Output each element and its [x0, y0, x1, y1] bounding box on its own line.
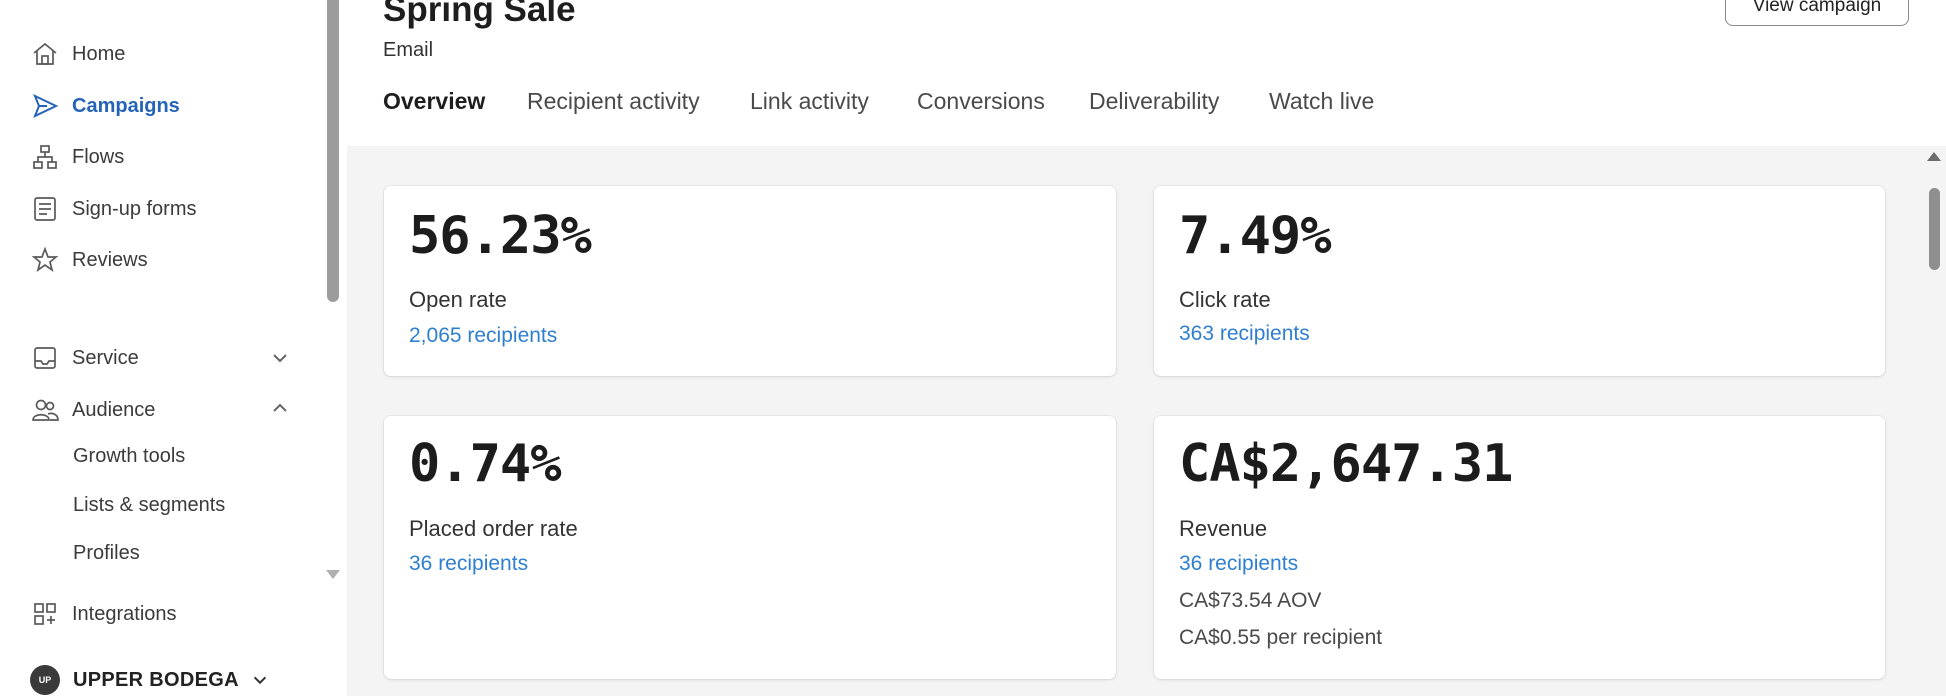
click-rate-label: Click rate: [1179, 287, 1271, 312]
chevron-down-icon[interactable]: [270, 348, 290, 368]
page-title: Spring Sale: [383, 0, 576, 29]
sidebar-item-label: Reviews: [72, 248, 148, 271]
revenue-value: CA$2,647.31: [1179, 434, 1513, 494]
sidebar-item-home[interactable]: Home: [30, 37, 125, 71]
click-rate-recipients-link[interactable]: 363 recipients: [1179, 322, 1310, 346]
inbox-icon: [30, 343, 60, 373]
sidebar: Home Campaigns Flows Sign-up forms Revie…: [0, 0, 322, 696]
sidebar-scrollbar[interactable]: [327, 0, 339, 302]
users-icon: [30, 395, 60, 425]
sidebar-item-label: Campaigns: [72, 94, 180, 117]
avatar: UP: [30, 665, 60, 695]
sidebar-item-label: Audience: [72, 398, 156, 421]
sidebar-scroll-down-arrow[interactable]: [326, 570, 340, 579]
home-icon: [30, 39, 60, 69]
main-scroll-up-arrow[interactable]: [1927, 152, 1941, 161]
view-campaign-button[interactable]: View campaign: [1725, 0, 1909, 26]
open-rate-recipients-link[interactable]: 2,065 recipients: [409, 324, 557, 348]
account-name: UPPER BODEGA: [73, 668, 239, 691]
revenue-per-recipient: CA$0.55 per recipient: [1179, 626, 1383, 649]
chevron-up-icon[interactable]: [270, 398, 290, 418]
main-scrollbar[interactable]: [1929, 188, 1940, 270]
sidebar-item-flows[interactable]: Flows: [30, 140, 124, 174]
sidebar-item-campaigns[interactable]: Campaigns: [30, 89, 180, 123]
star-icon: [30, 245, 60, 275]
flows-icon: [30, 142, 60, 172]
tab-link-activity[interactable]: Link activity: [750, 88, 869, 115]
revenue-recipients-link[interactable]: 36 recipients: [1179, 552, 1298, 576]
sidebar-item-audience[interactable]: Audience: [30, 393, 155, 427]
sidebar-item-sign-up-forms[interactable]: Sign-up forms: [30, 192, 197, 226]
revenue-label: Revenue: [1179, 516, 1268, 541]
sidebar-item-reviews[interactable]: Reviews: [30, 243, 148, 277]
tab-overview[interactable]: Overview: [383, 88, 485, 115]
send-icon: [30, 91, 60, 121]
tab-watch-live[interactable]: Watch live: [1269, 88, 1374, 115]
sidebar-item-label: Integrations: [72, 602, 177, 625]
sidebar-item-integrations[interactable]: Integrations: [30, 597, 177, 631]
placed-order-rate-label: Placed order rate: [409, 516, 578, 541]
chevron-down-icon: [253, 676, 266, 685]
tab-conversions[interactable]: Conversions: [917, 88, 1045, 115]
open-rate-value: 56.23%: [409, 206, 592, 266]
click-rate-card: 7.49% Click rate 363 recipients: [1154, 186, 1885, 376]
campaign-channel: Email: [383, 39, 434, 61]
open-rate-card: 56.23% Open rate 2,065 recipients: [384, 186, 1116, 376]
revenue-aov: CA$73.54 AOV: [1179, 589, 1322, 612]
sidebar-subitem-profiles[interactable]: Profiles: [73, 542, 140, 565]
tab-deliverability[interactable]: Deliverability: [1089, 88, 1219, 115]
metrics-panel: 56.23% Open rate 2,065 recipients 7.49% …: [347, 146, 1946, 696]
placed-order-rate-card: 0.74% Placed order rate 36 recipients: [384, 416, 1116, 679]
sidebar-item-label: Flows: [72, 145, 125, 168]
revenue-card: CA$2,647.31 Revenue 36 recipients CA$73.…: [1154, 416, 1885, 679]
sidebar-item-label: Sign-up forms: [72, 197, 197, 220]
form-icon: [30, 194, 60, 224]
placed-order-rate-recipients-link[interactable]: 36 recipients: [409, 552, 528, 576]
sidebar-subitem-lists-segments[interactable]: Lists & segments: [73, 494, 225, 517]
sidebar-item-service[interactable]: Service: [30, 341, 139, 375]
sidebar-item-label: Home: [72, 42, 126, 65]
integrations-icon: [30, 599, 60, 629]
click-rate-value: 7.49%: [1179, 206, 1332, 266]
sidebar-subitem-growth-tools[interactable]: Growth tools: [73, 445, 185, 468]
open-rate-label: Open rate: [409, 287, 507, 312]
sidebar-item-label: Service: [72, 346, 139, 369]
placed-order-rate-value: 0.74%: [409, 434, 562, 494]
tab-recipient-activity[interactable]: Recipient activity: [527, 88, 700, 115]
account-switcher[interactable]: UP UPPER BODEGA: [30, 665, 269, 695]
